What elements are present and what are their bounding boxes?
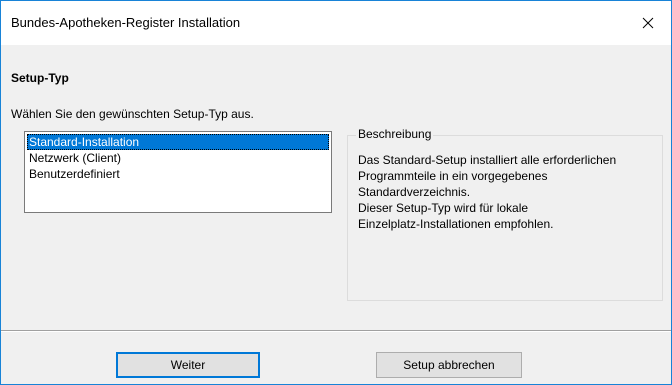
description-legend: Beschreibung	[356, 127, 434, 141]
description-line: Das Standard-Setup installiert alle erfo…	[358, 153, 617, 167]
description-line: Dieser Setup-Typ wird für lokale	[358, 201, 529, 215]
setup-dialog-window: Bundes-Apotheken-Register Installation S…	[0, 0, 672, 385]
setup-type-item-custom[interactable]: Benutzerdefiniert	[27, 166, 329, 182]
setup-type-item-standard[interactable]: Standard-Installation	[27, 134, 329, 150]
description-groupbox: Beschreibung Das Standard-Setup installi…	[347, 127, 663, 301]
next-button[interactable]: Weiter	[116, 352, 260, 378]
page-heading: Setup-Typ	[11, 71, 69, 85]
dialog-content: Setup-Typ Wählen Sie den gewünschten Set…	[1, 45, 671, 384]
window-title: Bundes-Apotheken-Register Installation	[11, 15, 241, 30]
setup-type-listbox[interactable]: Standard-Installation Netzwerk (Client) …	[24, 131, 332, 213]
description-line: Standardverzeichnis.	[358, 185, 471, 199]
setup-type-item-network[interactable]: Netzwerk (Client)	[27, 150, 329, 166]
cancel-setup-button[interactable]: Setup abbrechen	[376, 352, 522, 378]
description-line: Einzelplatz-Installationen empfohlen.	[358, 217, 554, 231]
description-line: Programmteile in ein vorgegebenes	[358, 169, 548, 183]
instruction-text: Wählen Sie den gewünschten Setup-Typ aus…	[11, 107, 254, 121]
footer-divider	[1, 330, 671, 332]
close-icon	[642, 17, 654, 29]
description-text: Das Standard-Setup installiert alle erfo…	[358, 152, 658, 232]
close-button[interactable]	[625, 1, 671, 45]
title-bar: Bundes-Apotheken-Register Installation	[1, 1, 671, 45]
